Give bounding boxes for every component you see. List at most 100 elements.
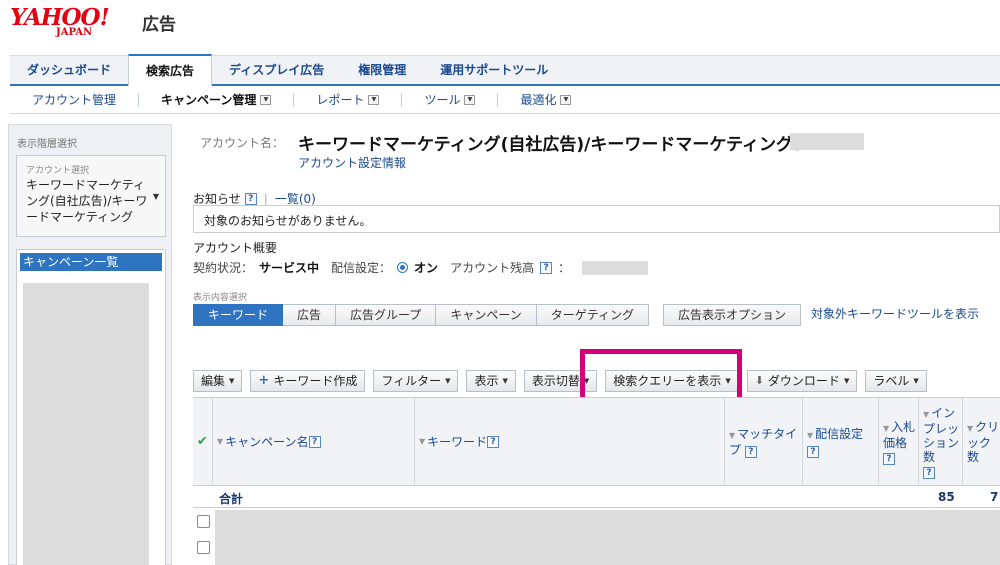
account-name: キーワードマーケティング(自社広告)/キーワードマーケティング： <box>298 135 811 155</box>
chevron-down-icon[interactable]: ▼ <box>464 94 476 105</box>
account-overview-title: アカウント概要 <box>193 241 278 255</box>
column-label: キャンペーン名 <box>225 435 309 449</box>
column-clicks[interactable]: ▼ クリック数 <box>963 398 1000 486</box>
divider: | <box>263 191 268 206</box>
help-icon[interactable]: ? <box>807 445 819 458</box>
caret-down-icon: ▼ <box>502 377 508 385</box>
subnav-label: 最適化 <box>520 92 557 107</box>
caret-down-icon: ▼ <box>229 377 235 385</box>
column-label: マッチタイプ <box>729 426 798 457</box>
chevron-down-icon[interactable]: ▼ <box>560 94 572 105</box>
account-name-label: アカウント名： <box>200 136 285 150</box>
help-icon[interactable]: ? <box>308 436 321 448</box>
label-button[interactable]: ラベル ▼ <box>865 370 927 392</box>
content-tabs: キーワード 広告 広告グループ キャンペーン ターゲティング 広告表示オプション… <box>193 304 979 326</box>
column-label: キーワード <box>427 435 488 449</box>
account-select[interactable]: アカウント選択 キーワードマーケティング(自社広告)/キーワードマーケティング … <box>16 155 166 237</box>
sort-icon: ▼ <box>923 409 930 419</box>
column-header-cell: ▼ 入札価格? <box>883 420 918 465</box>
column-delivery[interactable]: ▼ 配信設定? <box>803 398 879 486</box>
button-label: 表示切替 <box>531 374 580 388</box>
caret-down-icon: ▼ <box>843 377 850 385</box>
column-impressions[interactable]: ▼ インプレッション数? <box>919 398 963 486</box>
tab-search-ads[interactable]: 検索広告 <box>128 54 213 86</box>
help-icon[interactable]: ? <box>540 261 553 274</box>
column-match-type[interactable]: ▼ マッチタイプ ? <box>725 398 803 486</box>
caret-down-icon: ▼ <box>913 377 919 385</box>
button-label: フィルター <box>381 374 442 388</box>
negative-keyword-tool-link[interactable]: 対象外キーワードツールを表示 <box>811 304 979 326</box>
display-button[interactable]: 表示 ▼ <box>466 370 516 392</box>
yahoo-ads-logo[interactable]: YAHOO! JAPAN 広告 <box>10 4 190 38</box>
subnav-label: アカウント管理 <box>32 92 117 107</box>
column-bid[interactable]: ▼ 入札価格? <box>879 398 919 486</box>
column-header-cell: ▼ マッチタイプ ? <box>729 427 802 458</box>
notice-message: 対象のお知らせがありません。 <box>204 214 372 228</box>
sort-icon: ▼ <box>419 437 426 446</box>
delivery-on-radio[interactable] <box>397 262 409 273</box>
tab-dashboard[interactable]: ダッシュボード <box>10 56 128 84</box>
subnav-campaign-management[interactable]: キャンペーン管理 ▼ <box>139 92 295 107</box>
row-checkbox[interactable] <box>197 541 210 554</box>
column-keyword[interactable]: ▼ キーワード? <box>415 398 725 486</box>
total-impressions: 85 <box>938 490 955 504</box>
tab-ad-groups[interactable]: 広告グループ <box>336 304 437 326</box>
delivery-setting-value: オン <box>414 261 439 275</box>
logo-ads-text: 広告 <box>142 15 176 35</box>
column-campaign-name[interactable]: ▼ キャンペーン名? <box>213 398 415 486</box>
subnav-tools[interactable]: ツール ▼ <box>402 92 499 107</box>
download-button[interactable]: ⬇ ダウンロード ▼ <box>746 370 858 392</box>
tab-permissions[interactable]: 権限管理 <box>341 56 423 84</box>
select-all-checkbox[interactable]: ✔ <box>193 398 213 486</box>
subnav-optimization[interactable]: 最適化 ▼ <box>498 93 593 107</box>
account-overview-row: 契約状況： サービス中 配信設定： オン アカウント残高 ? ： <box>193 259 649 276</box>
sort-icon: ▼ <box>967 424 974 433</box>
help-icon[interactable]: ? <box>244 192 257 205</box>
account-balance-label: アカウント残高 <box>450 261 535 275</box>
create-keyword-button[interactable]: + キーワード作成 <box>250 370 366 392</box>
chevron-down-icon[interactable]: ▼ <box>368 94 380 105</box>
keyword-table: ✔ ▼ キャンペーン名? ▼ キーワード? ▼ マッチタイプ ? ▼ 配信設定? ▼ 入札… <box>193 397 1000 565</box>
redacted-balance <box>582 260 649 275</box>
table-header: ✔ ▼ キャンペーン名? ▼ キーワード? ▼ マッチタイプ ? ▼ 配信設定? ▼ 入札… <box>193 398 1000 486</box>
subnav-label: ツール <box>424 92 461 107</box>
subnav-label: レポート <box>316 92 365 107</box>
button-label: 表示 <box>474 374 499 388</box>
button-label: 編集 <box>201 374 226 388</box>
tab-ad-extensions[interactable]: 広告表示オプション <box>663 304 802 326</box>
account-settings-link[interactable]: アカウント設定情報 <box>298 154 406 171</box>
sort-icon: ▼ <box>883 423 890 433</box>
campaign-tree: キャンペーン一覧 <box>16 249 166 565</box>
caret-down-icon: ▼ <box>152 192 159 201</box>
tab-keywords[interactable]: キーワード <box>193 304 284 326</box>
checkmark-icon: ✔ <box>197 434 208 449</box>
help-icon[interactable]: ? <box>883 452 895 465</box>
download-icon: ⬇ <box>754 374 764 387</box>
sub-nav: アカウント管理 キャンペーン管理 ▼ レポート ▼ ツール ▼ 最適化 ▼ <box>10 86 1000 114</box>
tab-campaigns[interactable]: キャンペーン <box>436 304 537 326</box>
total-row: 合計 85 7 <box>193 486 1000 508</box>
column-header-cell: ▼ 配信設定? <box>807 427 863 458</box>
sidebar-item-campaign-list[interactable]: キャンペーン一覧 <box>20 253 162 271</box>
subnav-report[interactable]: レポート ▼ <box>294 92 403 107</box>
filter-button[interactable]: フィルター ▼ <box>373 370 459 392</box>
subnav-account-management[interactable]: アカウント管理 <box>10 92 140 107</box>
caret-down-icon: ▼ <box>445 377 451 385</box>
tab-display-ads[interactable]: ディスプレイ広告 <box>212 56 341 84</box>
notice-message-box: 対象のお知らせがありません。 <box>193 205 1000 233</box>
tab-targeting[interactable]: ターゲティング <box>536 304 649 326</box>
edit-button[interactable]: 編集 ▼ <box>193 370 243 392</box>
help-icon[interactable]: ? <box>744 445 757 458</box>
balance-colon: ： <box>558 261 571 275</box>
logo-japan-text: JAPAN <box>56 27 93 38</box>
redacted-table-rows <box>215 510 1000 565</box>
redacted-campaign-list <box>23 283 149 565</box>
sidebar-label: 表示階層選択 <box>17 139 77 150</box>
chevron-down-icon[interactable]: ▼ <box>260 94 272 105</box>
help-icon[interactable]: ? <box>923 466 935 479</box>
button-label: ダウンロード <box>767 374 840 388</box>
tab-ads[interactable]: 広告 <box>283 304 337 326</box>
tab-support-tools[interactable]: 運用サポートツール <box>423 56 565 84</box>
row-checkbox[interactable] <box>197 515 210 528</box>
help-icon[interactable]: ? <box>487 436 500 448</box>
